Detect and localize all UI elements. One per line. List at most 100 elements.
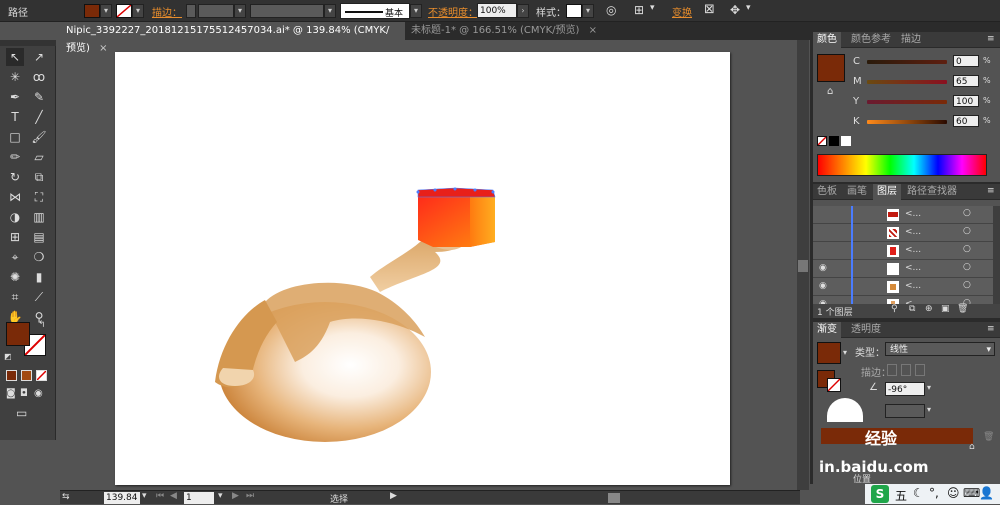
paintbrush-tool-icon[interactable]: 🖌 — [30, 128, 48, 146]
panel-menu-icon[interactable]: ≡ — [987, 34, 995, 44]
stroke-dropdown[interactable]: ▾ — [132, 4, 144, 18]
zoom-dropdown[interactable]: ▾ — [142, 491, 147, 501]
delete-stop-icon[interactable]: 🗑 — [983, 432, 994, 442]
channel-k-slider[interactable] — [867, 120, 947, 124]
toolbar-grip[interactable] — [0, 40, 56, 46]
fill-dropdown[interactable]: ▾ — [100, 4, 112, 18]
stroke-weight-dropdown[interactable]: ▾ — [234, 4, 246, 18]
profile-dropdown[interactable]: ▾ — [324, 4, 336, 18]
channel-m-value[interactable]: 65 — [953, 75, 979, 87]
channel-c-slider[interactable] — [867, 60, 947, 64]
delete-layer-icon[interactable]: 🗑 — [957, 304, 968, 314]
stroke-gradient-option-1[interactable] — [887, 364, 897, 376]
gradient-slider-bar[interactable]: 经验 — [821, 428, 973, 448]
close-icon[interactable]: × — [99, 43, 107, 54]
arrange-dropdown-icon[interactable]: ▾ — [746, 3, 751, 13]
out-of-gamut-icon[interactable]: ⌂ — [827, 86, 833, 97]
zoom-input[interactable]: 139.84 — [104, 492, 140, 504]
gift-box-lid[interactable] — [417, 187, 496, 198]
anchor-point[interactable] — [473, 188, 477, 192]
color-mode-button[interactable] — [6, 370, 17, 381]
channel-m-slider[interactable] — [867, 80, 947, 84]
target-icon[interactable]: ○ — [963, 262, 971, 272]
aspect-dropdown[interactable]: ▾ — [927, 405, 931, 414]
free-transform-tool-icon[interactable]: ⛶ — [30, 188, 48, 206]
scroll-thumb[interactable] — [798, 260, 808, 272]
white-swatch[interactable] — [841, 136, 851, 146]
draw-behind-icon[interactable]: ◘ — [20, 388, 28, 399]
tab-brushes[interactable]: 画笔 — [843, 184, 871, 200]
tab-layers[interactable]: 图层 — [873, 184, 901, 200]
selection-tool-icon[interactable]: ↖ — [6, 48, 24, 66]
perspective-grid-tool-icon[interactable]: ▥ — [30, 208, 48, 226]
channel-k-value[interactable]: 60 — [953, 115, 979, 127]
panel-menu-icon[interactable]: ≡ — [987, 186, 995, 196]
stroke-gradient-option-2[interactable] — [901, 364, 911, 376]
align-icon[interactable]: ⊞ — [634, 3, 644, 17]
tab-swatches[interactable]: 色板 — [813, 184, 841, 200]
symbol-sprayer-tool-icon[interactable]: ✺ — [6, 268, 24, 286]
color-spectrum[interactable] — [817, 154, 987, 176]
user-icon[interactable]: 👤 — [979, 486, 994, 500]
target-icon[interactable]: ○ — [963, 208, 971, 218]
type-tool-icon[interactable]: T — [6, 108, 24, 126]
layer-row[interactable]: <... ○ — [813, 242, 993, 260]
opacity-dropdown[interactable]: › — [517, 4, 529, 18]
none-mode-button[interactable] — [36, 370, 47, 381]
scale-tool-icon[interactable]: ⧉ — [30, 168, 48, 186]
line-tool-icon[interactable]: ╱ — [30, 108, 48, 126]
shape-builder-tool-icon[interactable]: ◑ — [6, 208, 24, 226]
layers-scrollbar[interactable] — [993, 206, 1000, 306]
channel-y-slider[interactable] — [867, 100, 947, 104]
anchor-point[interactable] — [433, 188, 437, 192]
horizontal-scroll-thumb[interactable] — [608, 493, 620, 503]
target-icon[interactable]: ○ — [963, 244, 971, 254]
transform-link[interactable]: 变换 — [672, 4, 692, 19]
target-icon[interactable]: ○ — [963, 226, 971, 236]
direct-selection-tool-icon[interactable]: ↗ — [30, 48, 48, 66]
gradient-angle-input[interactable]: -96° — [885, 382, 925, 396]
tab-transparency[interactable]: 透明度 — [847, 322, 885, 338]
angle-dropdown[interactable]: ▾ — [927, 383, 931, 392]
rectangle-tool-icon[interactable]: □ — [6, 128, 24, 146]
layer-row[interactable]: ◉ <... ○ — [813, 260, 993, 278]
aspect-ratio-input[interactable] — [885, 404, 925, 418]
brush-dropdown[interactable]: ▾ — [410, 4, 422, 18]
gradient-preview-swatch[interactable] — [817, 342, 841, 364]
stroke-swatch[interactable] — [116, 4, 132, 18]
tab-document-2[interactable]: 未标题-1* @ 166.51% (CMYK/预览) × — [405, 22, 645, 40]
artboard-number-input[interactable]: 1 — [184, 492, 214, 504]
gradient-tool-icon[interactable]: ▤ — [30, 228, 48, 246]
make-clipping-mask-icon[interactable]: ⧉ — [909, 304, 915, 314]
draw-mode-icon[interactable]: ◙ — [6, 388, 16, 399]
keyboard-icon[interactable]: ⌨ — [963, 486, 980, 500]
tab-stroke[interactable]: 描边 — [897, 32, 925, 48]
prev-artboard-icon[interactable]: ◀ — [170, 491, 177, 501]
anchor-point[interactable] — [491, 190, 495, 194]
sogou-logo-icon[interactable]: S — [871, 485, 889, 503]
artboard-nav-icon[interactable]: ⇆ — [62, 492, 70, 502]
moon-icon[interactable]: ☾ — [913, 486, 924, 500]
emoji-icon[interactable]: ☺ — [947, 486, 960, 500]
pen-tool-icon[interactable]: ✒ — [6, 88, 24, 106]
eraser-tool-icon[interactable]: ▱ — [30, 148, 48, 166]
rotate-tool-icon[interactable]: ↻ — [6, 168, 24, 186]
lasso-tool-icon[interactable]: ꝏ — [30, 68, 48, 86]
panel-menu-icon[interactable]: ≡ — [987, 324, 995, 334]
gift-box-side[interactable] — [470, 195, 495, 247]
mesh-tool-icon[interactable]: ⊞ — [6, 228, 24, 246]
close-icon[interactable]: × — [589, 25, 597, 36]
locate-object-icon[interactable]: ⚲ — [891, 304, 898, 314]
arrange-icon[interactable]: ✥ — [730, 3, 740, 17]
fill-swatch[interactable] — [84, 4, 100, 18]
first-artboard-icon[interactable]: ⏮ — [156, 491, 164, 501]
gradient-type-select[interactable]: 线性 ▾ — [885, 342, 995, 356]
isolate-icon[interactable]: ⊠ — [704, 2, 715, 17]
recolor-artwork-icon[interactable]: ◎ — [606, 3, 616, 17]
anchor-point[interactable] — [416, 190, 420, 194]
artboard-tool-icon[interactable]: ⌗ — [6, 288, 24, 306]
pencil-tool-icon[interactable]: ✏ — [6, 148, 24, 166]
opacity-label[interactable]: 不透明度： — [428, 4, 478, 19]
artboard[interactable] — [115, 52, 730, 485]
status-menu-arrow[interactable]: ▶ — [390, 491, 397, 501]
